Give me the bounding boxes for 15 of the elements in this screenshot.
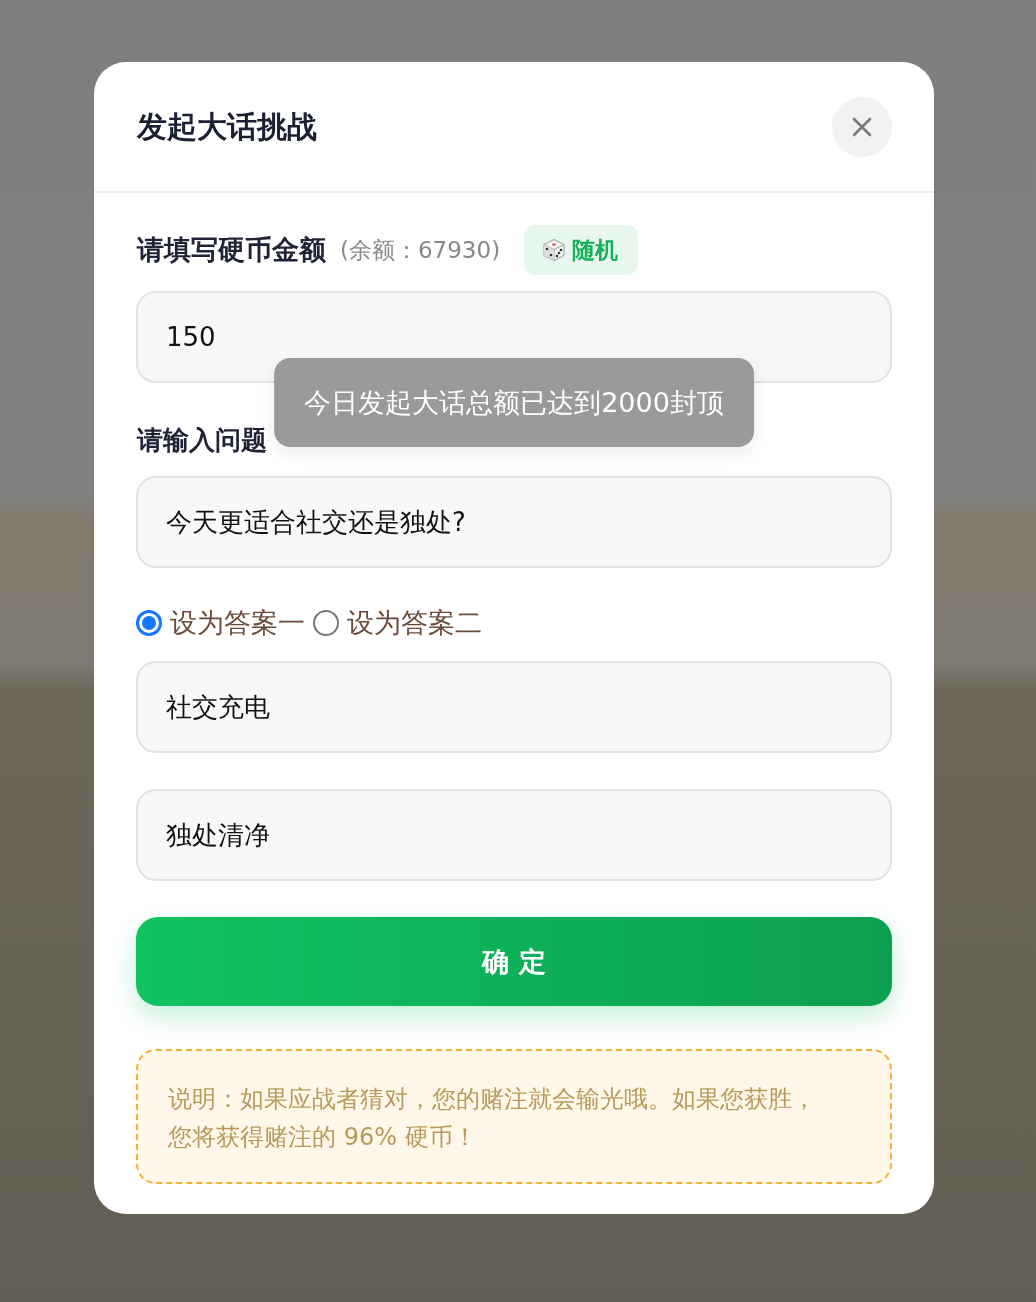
close-icon (851, 115, 873, 138)
dialog-title: 发起大话挑战 (137, 107, 317, 146)
radio-label[interactable]: 设为答案二 (347, 606, 482, 640)
question-label: 请输入问题 (137, 424, 267, 457)
amount-label: 请填写硬币金额 (137, 233, 326, 267)
radio-button[interactable] (313, 610, 339, 636)
answer-input[interactable]: 独处清净 (136, 789, 892, 881)
balance-text: (余额：67930) (340, 236, 501, 265)
toast-message: 今日发起大话总额已达到2000封顶 (274, 358, 754, 447)
answer-input[interactable]: 社交充电 (136, 661, 892, 753)
question-input[interactable]: 今天更适合社交还是独处? (136, 476, 892, 568)
radio-button[interactable] (136, 610, 162, 636)
note-text: 说明：如果应战者猜对，您的赌注就会输光哦。如果您获胜，您将获得赌注的 96% 硬币！ (136, 1049, 892, 1184)
radio-label[interactable]: 设为答案一 (170, 606, 305, 640)
dice-icon (542, 238, 567, 262)
